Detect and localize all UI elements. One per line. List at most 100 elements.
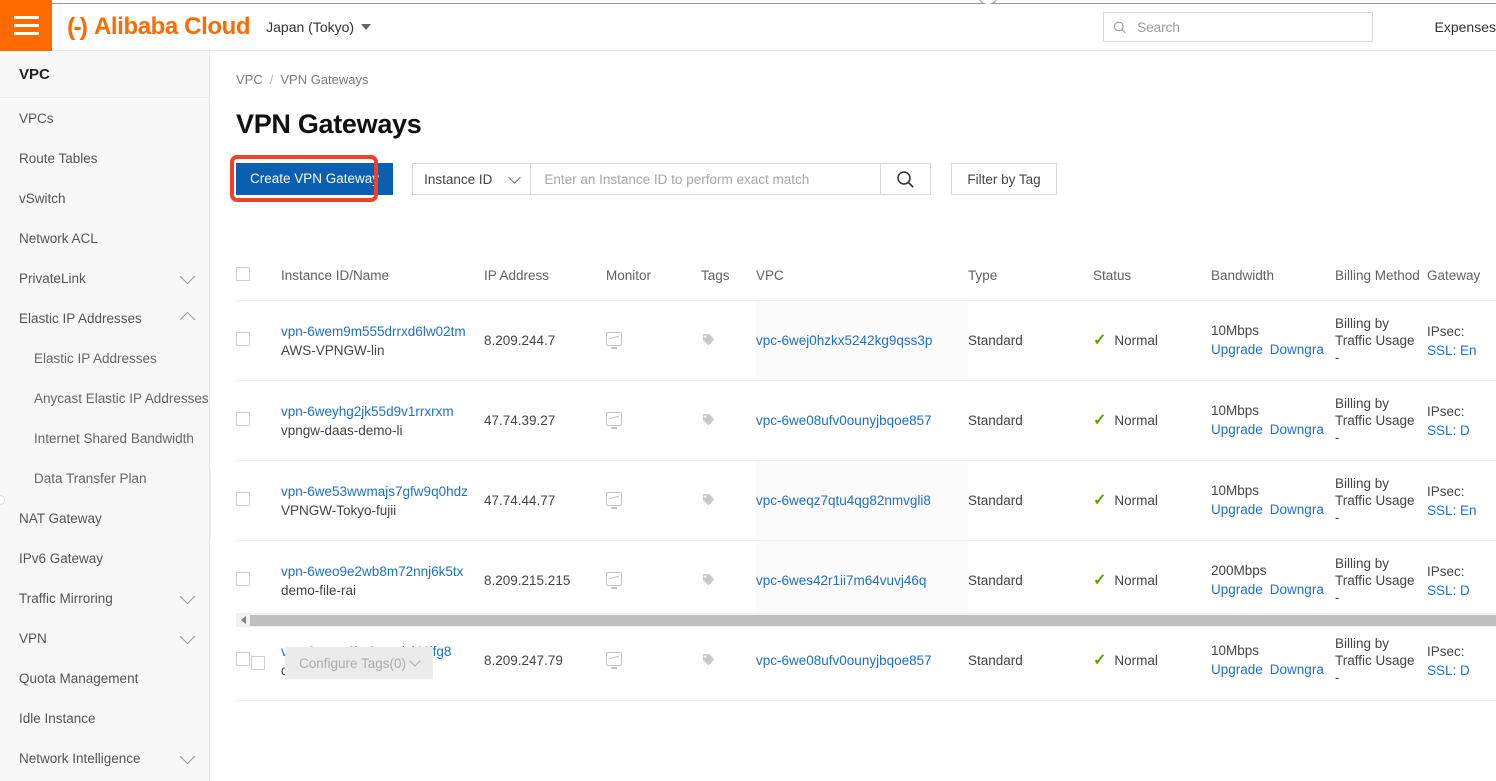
row-select-cell — [236, 300, 281, 381]
billing-method-value: Billing by Traffic Usage — [1335, 396, 1415, 428]
instance-name: demo-file-rai — [281, 582, 357, 598]
instance-id-link[interactable]: vpn-6weo9e2wb8m72nnj6k5tx — [281, 562, 484, 581]
col-type: Type — [968, 251, 1093, 301]
instance-search-button[interactable] — [881, 163, 932, 195]
sidebar-item-traffic-mirroring[interactable]: Traffic Mirroring — [0, 578, 209, 618]
table-horizontal-scrollbar[interactable] — [236, 613, 1496, 627]
gateway-ipsec: IPsec: — [1427, 403, 1465, 419]
billing-method-value: Billing by Traffic Usage — [1335, 556, 1415, 588]
bandwidth-downgrade-link[interactable]: Downgra — [1270, 582, 1324, 597]
col-gateway: Gateway — [1427, 251, 1496, 301]
vpc-link[interactable]: vpc-6we08ufv0ounyjbqoe857 — [756, 413, 932, 428]
gateway-ssl[interactable]: SSL: En — [1427, 503, 1477, 518]
filter-type-label: Instance ID — [424, 171, 493, 187]
vpc-link[interactable]: vpc-6weqz7qtu4qg82nmvgli8 — [756, 493, 931, 508]
bandwidth-upgrade-link[interactable]: Upgrade — [1211, 582, 1263, 597]
cell-tags — [701, 300, 756, 381]
sidebar-item-label: Elastic IP Addresses — [19, 310, 142, 326]
sidebar-item-label: vSwitch — [19, 190, 66, 206]
sidebar-item-anycast-elastic-ip-addresses[interactable]: Anycast Elastic IP Addresses — [0, 378, 209, 418]
global-search-box[interactable] — [1102, 12, 1373, 42]
instance-search-input[interactable] — [542, 170, 870, 188]
filter-by-tag-button[interactable]: Filter by Tag — [951, 163, 1057, 195]
sidebar-item-network-intelligence[interactable]: Network Intelligence — [0, 738, 209, 778]
bandwidth-upgrade-link[interactable]: Upgrade — [1211, 342, 1263, 357]
gateway-ssl[interactable]: SSL: D — [1427, 583, 1470, 598]
cell-ip-address: 47.74.44.77 — [484, 460, 606, 541]
scroll-left-arrow-icon[interactable] — [236, 613, 250, 627]
vpc-link[interactable]: vpc-6wes42r1ii7m64vuvj46q — [756, 573, 926, 588]
brand-logo[interactable]: (-) Alibaba Cloud — [67, 12, 251, 41]
bandwidth-upgrade-link[interactable]: Upgrade — [1211, 502, 1263, 517]
global-search-input[interactable] — [1135, 18, 1363, 36]
monitor-icon[interactable] — [606, 572, 622, 589]
sidebar-item-nat-gateway[interactable]: NAT Gateway — [0, 498, 209, 538]
row-checkbox[interactable] — [236, 332, 250, 346]
row-checkbox[interactable] — [236, 572, 250, 586]
cell-bandwidth: 10Mbps Upgrade Downgra — [1211, 460, 1335, 541]
region-selector[interactable]: Japan (Tokyo) — [266, 19, 372, 35]
sidebar-item-privatelink[interactable]: PrivateLink — [0, 258, 209, 298]
sidebar-item-network-acl[interactable]: Network ACL — [0, 218, 209, 258]
create-vpn-gateway-button[interactable]: Create VPN Gateway — [236, 163, 394, 195]
monitor-icon[interactable] — [606, 412, 622, 429]
monitor-icon[interactable] — [606, 492, 622, 509]
sidebar-item-elastic-ip-addresses[interactable]: Elastic IP Addresses — [0, 338, 209, 378]
configure-tags-button[interactable]: Configure Tags(0) — [285, 647, 434, 679]
breadcrumb-root[interactable]: VPC — [236, 72, 263, 87]
cell-status: ✓ Normal — [1093, 540, 1211, 621]
sidebar-item-data-transfer-plan[interactable]: Data Transfer Plan — [0, 458, 209, 498]
bandwidth-upgrade-link[interactable]: Upgrade — [1211, 422, 1263, 437]
scrollbar-thumb[interactable] — [250, 614, 1496, 626]
search-icon — [897, 170, 915, 188]
cell-tags — [701, 380, 756, 461]
bandwidth-value: 200Mbps — [1211, 563, 1267, 578]
sidebar-item-vswitch[interactable]: vSwitch — [0, 178, 209, 218]
sidebar-item-elastic-ip-addresses[interactable]: Elastic IP Addresses — [0, 298, 209, 338]
select-all-checkbox[interactable] — [236, 267, 250, 281]
bandwidth-value: 10Mbps — [1211, 483, 1260, 498]
hamburger-icon[interactable] — [0, 0, 52, 51]
bulk-select-checkbox[interactable] — [251, 656, 265, 670]
cell-gateway: IPsec: SSL: D — [1427, 540, 1496, 621]
expenses-link[interactable]: Expenses — [1435, 19, 1496, 35]
sidebar-item-ipv6-gateway[interactable]: IPv6 Gateway — [0, 538, 209, 578]
sidebar-item-vpcs[interactable]: VPCs — [0, 98, 209, 138]
bandwidth-downgrade-link[interactable]: Downgra — [1270, 422, 1324, 437]
monitor-icon[interactable] — [606, 332, 622, 349]
cell-type: Standard — [968, 460, 1093, 541]
sidebar-item-label: Quota Management — [19, 670, 139, 686]
gateway-ssl[interactable]: SSL: D — [1427, 423, 1470, 438]
bandwidth-downgrade-link[interactable]: Downgra — [1270, 502, 1324, 517]
sidebar-item-quota-management[interactable]: Quota Management — [0, 658, 209, 698]
instance-search-field[interactable] — [531, 163, 882, 195]
table-row[interactable]: vpn-6weyhg2jk55d9v1rrxrxm vpngw-daas-demo… — [236, 380, 1496, 461]
instance-id-link[interactable]: vpn-6weyhg2jk55d9v1rrxrxm — [281, 402, 484, 421]
breadcrumb-current: VPN Gateways — [280, 72, 369, 87]
sidebar-item-internet-shared-bandwidth[interactable]: Internet Shared Bandwidth — [0, 418, 209, 458]
gateway-ssl[interactable]: SSL: En — [1427, 343, 1477, 358]
sidebar-item-vpn[interactable]: VPN — [0, 618, 209, 658]
vpc-link[interactable]: vpc-6wej0hzkx5242kg9qss3p — [756, 333, 932, 348]
check-icon: ✓ — [1093, 491, 1107, 509]
cell-instance: vpn-6wem9m555drrxd6lw02tm AWS-VPNGW-lin — [281, 300, 484, 381]
sidebar-item-idle-instance[interactable]: Idle Instance — [0, 698, 209, 738]
table-row[interactable]: vpn-6wem9m555drrxd6lw02tm AWS-VPNGW-lin 8.… — [236, 300, 1496, 381]
filter-type-select[interactable]: Instance ID — [412, 163, 532, 195]
table-row[interactable]: vpn-6we53wwmajs7gfw9q0hdz VPNGW-Tokyo-fuj… — [236, 460, 1496, 541]
sidebar-item-label: Internet Shared Bandwidth — [34, 430, 194, 446]
instance-id-link[interactable]: vpn-6wem9m555drrxd6lw02tm — [281, 322, 484, 341]
alibaba-cloud-mark-icon: (-) — [67, 12, 88, 41]
chevron-down-icon — [409, 655, 421, 667]
row-checkbox[interactable] — [236, 492, 250, 506]
sidebar-item-route-tables[interactable]: Route Tables — [0, 138, 209, 178]
status-badge: Normal — [1114, 333, 1158, 348]
row-checkbox[interactable] — [236, 412, 250, 426]
toolbar: Create VPN Gateway Instance ID Filter by… — [230, 155, 1496, 202]
row-select-cell — [236, 460, 281, 541]
table-row[interactable]: vpn-6weo9e2wb8m72nnj6k5tx demo-file-rai 8.… — [236, 540, 1496, 621]
sidebar-item-label: Route Tables — [19, 150, 98, 166]
instance-id-link[interactable]: vpn-6we53wwmajs7gfw9q0hdz — [281, 482, 484, 501]
bandwidth-downgrade-link[interactable]: Downgra — [1270, 342, 1324, 357]
col-status: Status — [1093, 251, 1211, 301]
